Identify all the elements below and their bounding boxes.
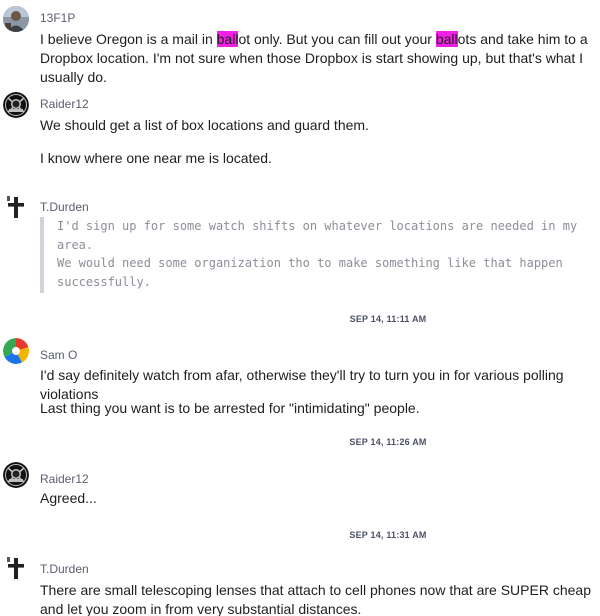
message-item: Raider12 We should get a list of box loc… bbox=[0, 88, 600, 178]
message-author[interactable]: T.Durden bbox=[40, 562, 89, 576]
message-author[interactable]: 13F1P bbox=[40, 11, 75, 25]
message-text: I believe Oregon is a mail in ballot onl… bbox=[40, 31, 588, 85]
message-author[interactable]: Raider12 bbox=[40, 97, 89, 111]
timestamp-divider: SEP 14, 11:26 AM bbox=[349, 437, 427, 447]
message-text: I know where one near me is located. bbox=[40, 150, 272, 166]
message-text: We should get a list of box locations an… bbox=[40, 117, 369, 133]
timestamp-divider: SEP 14, 11:31 AM bbox=[349, 530, 427, 540]
user-avatar[interactable] bbox=[3, 194, 29, 220]
cross-icon bbox=[3, 555, 29, 581]
search-highlight: ball bbox=[435, 31, 458, 47]
colorful-pinwheel-icon bbox=[3, 338, 29, 364]
message-author[interactable]: Raider12 bbox=[40, 472, 89, 486]
user-avatar[interactable] bbox=[3, 555, 29, 581]
blockquote: I'd sign up for some watch shifts on wha… bbox=[40, 217, 596, 293]
message-text: Last thing you want is to be arrested fo… bbox=[40, 400, 420, 416]
message-item: Raider12 Agreed... bbox=[0, 460, 600, 512]
message-author[interactable]: Sam O bbox=[40, 348, 77, 362]
user-avatar[interactable] bbox=[3, 462, 29, 488]
message-text: There are small telescoping lenses that … bbox=[40, 582, 591, 616]
cross-icon bbox=[3, 194, 29, 220]
quote-line: We would need some organization tho to m… bbox=[57, 256, 563, 289]
user-avatar[interactable] bbox=[3, 6, 29, 32]
raiders-logo-icon bbox=[3, 92, 29, 118]
message-item: 13F1P I believe Oregon is a mail in ball… bbox=[0, 0, 600, 85]
photo-avatar-icon bbox=[3, 6, 29, 32]
message-text: Agreed... bbox=[40, 490, 97, 506]
user-avatar[interactable] bbox=[3, 92, 29, 118]
search-highlight: ball bbox=[216, 31, 239, 47]
message-feed: 13F1P I believe Oregon is a mail in ball… bbox=[0, 0, 600, 616]
timestamp-divider: SEP 14, 11:11 AM bbox=[349, 314, 427, 324]
quote-line: I'd sign up for some watch shifts on wha… bbox=[57, 219, 578, 252]
message-item: Sam O I'd say definitely watch from afar… bbox=[0, 336, 600, 426]
message-item: T.Durden There are small telescoping len… bbox=[0, 552, 600, 616]
message-author[interactable]: T.Durden bbox=[40, 200, 89, 214]
message-item: T.Durden I'd sign up for some watch shif… bbox=[0, 190, 600, 300]
user-avatar[interactable] bbox=[3, 338, 29, 364]
raiders-logo-icon bbox=[3, 462, 29, 488]
